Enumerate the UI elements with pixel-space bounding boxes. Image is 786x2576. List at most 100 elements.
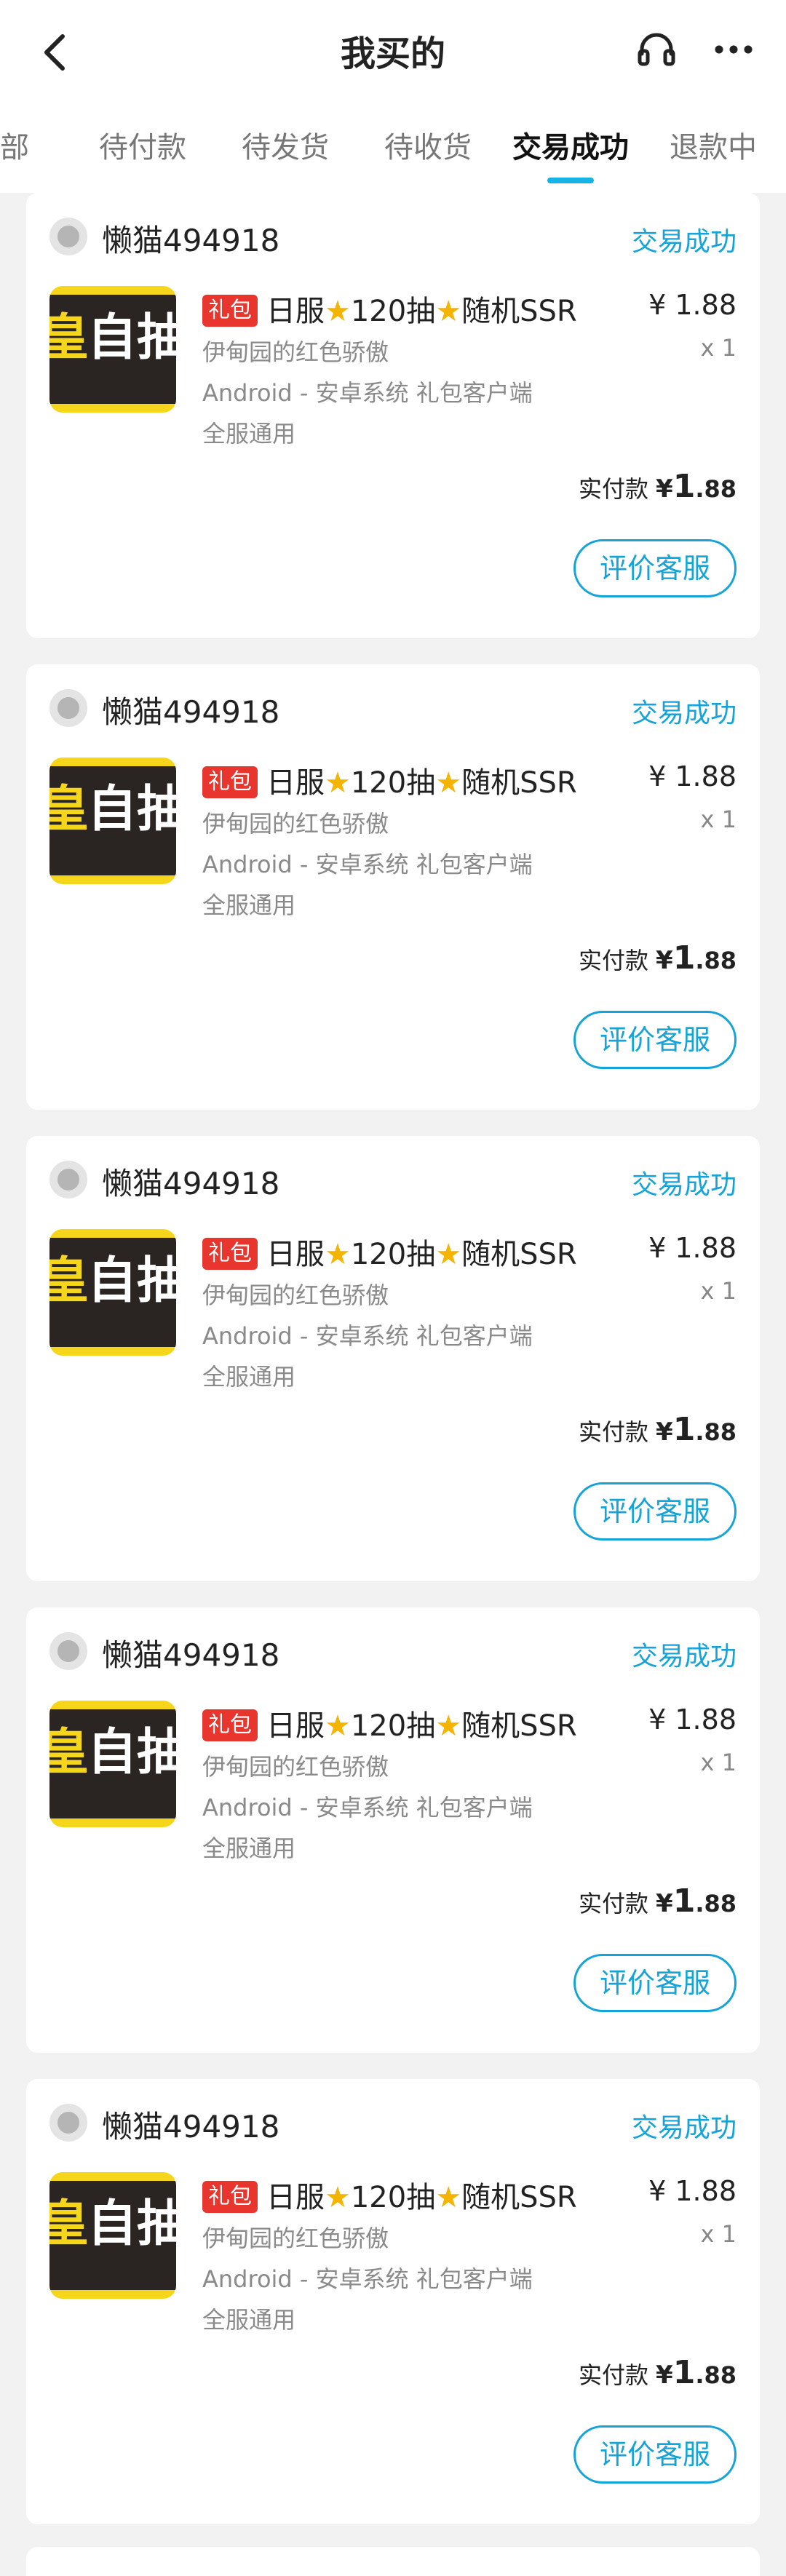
paid-amount: 实付款 ¥1.88 xyxy=(579,1883,737,1920)
thumb-text-left: 皇 xyxy=(49,1252,90,1310)
product-platform: Android - 安卓系统 礼包客户端 xyxy=(202,1322,533,1350)
star-icon: ★ xyxy=(435,2181,462,2214)
shop-name[interactable]: 懒猫494918 xyxy=(102,2102,279,2147)
order-card[interactable]: 懒猫494918 交易成功 皇 自抽 礼包 日服★120抽★随机SSR ¥ 1.… xyxy=(26,2079,760,2524)
thumb-text-right: 自抽 xyxy=(87,781,176,838)
thumb-text-right: 自抽 xyxy=(87,309,176,367)
more-dots-icon xyxy=(715,45,753,54)
shop-avatar[interactable] xyxy=(49,689,87,727)
product-thumbnail[interactable]: 皇 自抽 xyxy=(49,2172,176,2299)
thumb-text-left: 皇 xyxy=(49,2195,90,2253)
gift-pack-tag: 礼包 xyxy=(202,1238,258,1270)
headset-icon xyxy=(638,33,675,66)
product-scope: 全服通用 xyxy=(202,420,296,448)
unit-price: ¥ 1.88 xyxy=(648,2175,737,2207)
tab-all[interactable]: 部 xyxy=(0,124,29,166)
shop-avatar[interactable] xyxy=(49,1161,87,1198)
product-thumbnail[interactable]: 皇 自抽 xyxy=(49,1701,176,1827)
star-icon: ★ xyxy=(435,295,462,328)
star-icon: ★ xyxy=(325,766,351,800)
review-service-button[interactable]: 评价客服 xyxy=(573,1954,737,2012)
quantity: x 1 xyxy=(700,334,737,362)
gift-pack-tag: 礼包 xyxy=(202,1709,258,1741)
star-icon: ★ xyxy=(435,766,462,800)
active-tab-indicator xyxy=(547,178,594,183)
tab-completed[interactable]: 交易成功 xyxy=(512,124,629,166)
star-icon: ★ xyxy=(325,1238,351,1271)
thumb-text-left: 皇 xyxy=(49,1724,90,1781)
product-server: 伊甸园的红色骄傲 xyxy=(202,1753,389,1781)
shop-name[interactable]: 懒猫494918 xyxy=(102,1159,279,1204)
shop-avatar[interactable] xyxy=(49,1632,87,1670)
shop-name[interactable]: 懒猫494918 xyxy=(102,216,279,261)
top-bar: 我买的 部 待付款 待发货 待收货 交易成功 退款中 xyxy=(0,0,786,193)
product-platform: Android - 安卓系统 礼包客户端 xyxy=(202,379,533,407)
paid-amount: 实付款 ¥1.88 xyxy=(579,468,737,505)
gift-pack-tag: 礼包 xyxy=(202,766,258,798)
star-icon: ★ xyxy=(435,1238,462,1271)
order-status: 交易成功 xyxy=(631,2113,737,2143)
gift-pack-tag: 礼包 xyxy=(202,295,258,327)
product-server: 伊甸园的红色骄傲 xyxy=(202,2225,389,2252)
shop-name[interactable]: 懒猫494918 xyxy=(102,688,279,732)
review-service-button[interactable]: 评价客服 xyxy=(573,2425,737,2484)
product-thumbnail[interactable]: 皇 自抽 xyxy=(49,1229,176,1356)
paid-amount: 实付款 ¥1.88 xyxy=(579,2354,737,2391)
shop-avatar[interactable] xyxy=(49,218,87,255)
thumb-text-left: 皇 xyxy=(49,781,90,838)
review-service-button[interactable]: 评价客服 xyxy=(573,1011,737,1069)
review-service-button[interactable]: 评价客服 xyxy=(573,1482,737,1541)
unit-price: ¥ 1.88 xyxy=(648,289,737,321)
order-status: 交易成功 xyxy=(631,227,737,257)
paid-amount: 实付款 ¥1.88 xyxy=(579,1411,737,1448)
product-platform: Android - 安卓系统 礼包客户端 xyxy=(202,1794,533,1821)
order-tabs: 部 待付款 待发货 待收货 交易成功 退款中 xyxy=(0,102,786,193)
product-title[interactable]: 日服★120抽★随机SSR xyxy=(266,759,577,801)
quantity: x 1 xyxy=(700,806,737,833)
product-thumbnail[interactable]: 皇 自抽 xyxy=(49,286,176,413)
tab-pending-receipt[interactable]: 待收货 xyxy=(384,124,472,166)
product-title[interactable]: 日服★120抽★随机SSR xyxy=(266,287,577,330)
product-title[interactable]: 日服★120抽★随机SSR xyxy=(266,1231,577,1273)
thumb-text-right: 自抽 xyxy=(87,1724,176,1781)
more-button[interactable] xyxy=(712,28,755,71)
tab-refunding[interactable]: 退款中 xyxy=(670,124,757,166)
product-title[interactable]: 日服★120抽★随机SSR xyxy=(266,2174,577,2216)
order-card[interactable]: 懒猫494918 交易成功 皇 自抽 礼包 日服★120抽★随机SSR ¥ 1.… xyxy=(26,193,760,638)
order-card[interactable]: 懒猫494918 交易成功 皇 自抽 礼包 日服★120抽★随机SSR ¥ 1.… xyxy=(26,1607,760,2053)
thumb-text-right: 自抽 xyxy=(87,1252,176,1310)
order-card-partial xyxy=(26,2547,760,2576)
thumb-text-right: 自抽 xyxy=(87,2195,176,2253)
product-scope: 全服通用 xyxy=(202,2306,296,2334)
shop-name[interactable]: 懒猫494918 xyxy=(102,1631,279,1675)
product-title[interactable]: 日服★120抽★随机SSR xyxy=(266,1702,577,1744)
quantity: x 1 xyxy=(700,1749,737,1776)
order-card[interactable]: 懒猫494918 交易成功 皇 自抽 礼包 日服★120抽★随机SSR ¥ 1.… xyxy=(26,664,760,1110)
quantity: x 1 xyxy=(700,1277,737,1305)
order-card[interactable]: 懒猫494918 交易成功 皇 自抽 礼包 日服★120抽★随机SSR ¥ 1.… xyxy=(26,1136,760,1581)
thumb-text-left: 皇 xyxy=(49,309,90,367)
quantity: x 1 xyxy=(700,2220,737,2248)
nav-bar: 我买的 xyxy=(0,0,786,102)
product-scope: 全服通用 xyxy=(202,891,296,919)
unit-price: ¥ 1.88 xyxy=(648,1232,737,1264)
product-server: 伊甸园的红色骄傲 xyxy=(202,810,389,838)
star-icon: ★ xyxy=(325,2181,351,2214)
product-platform: Android - 安卓系统 礼包客户端 xyxy=(202,2265,533,2293)
gift-pack-tag: 礼包 xyxy=(202,2181,258,2213)
review-service-button[interactable]: 评价客服 xyxy=(573,539,737,597)
order-status: 交易成功 xyxy=(631,699,737,728)
star-icon: ★ xyxy=(325,295,351,328)
product-server: 伊甸园的红色骄傲 xyxy=(202,1281,389,1309)
tab-pending-payment[interactable]: 待付款 xyxy=(99,124,186,166)
product-scope: 全服通用 xyxy=(202,1363,296,1391)
product-thumbnail[interactable]: 皇 自抽 xyxy=(49,758,176,884)
order-status: 交易成功 xyxy=(631,1642,737,1671)
customer-service-button[interactable] xyxy=(635,28,678,71)
star-icon: ★ xyxy=(325,1709,351,1743)
paid-amount: 实付款 ¥1.88 xyxy=(579,939,737,977)
order-status: 交易成功 xyxy=(631,1170,737,1200)
unit-price: ¥ 1.88 xyxy=(648,1704,737,1736)
shop-avatar[interactable] xyxy=(49,2104,87,2142)
tab-pending-shipment[interactable]: 待发货 xyxy=(242,124,329,166)
